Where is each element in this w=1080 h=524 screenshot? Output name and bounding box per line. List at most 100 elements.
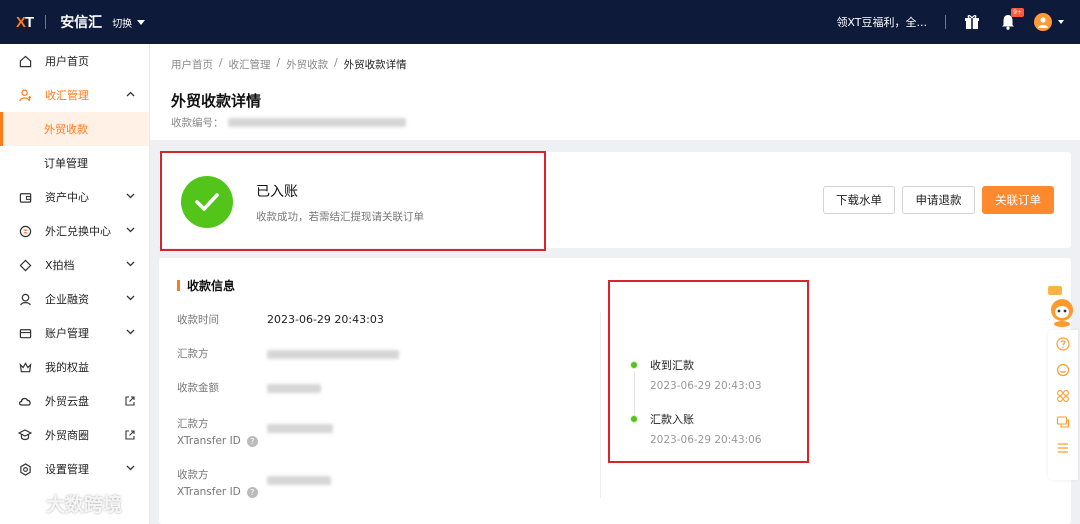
- breadcrumb-item-home[interactable]: 用户首页: [171, 57, 213, 72]
- watermark-text: 大数跨境: [46, 494, 123, 516]
- settings-icon: [18, 462, 32, 476]
- sidebar-item-label: 用户首页: [45, 55, 89, 68]
- section-title-text: 收款信息: [187, 279, 236, 293]
- sidebar-item-home[interactable]: 用户首页: [0, 44, 149, 78]
- sidebar-item-label: 设置管理: [45, 463, 89, 476]
- home-icon: [18, 54, 32, 68]
- sidebar-item-x-partner[interactable]: X拍档: [0, 248, 149, 282]
- customer-service-icon[interactable]: [1055, 362, 1071, 378]
- sidebar-item-label: 账户管理: [45, 327, 89, 340]
- link-order-button[interactable]: 关联订单: [982, 186, 1054, 214]
- switch-button[interactable]: 切换: [112, 15, 146, 30]
- help-icon[interactable]: ?: [246, 486, 258, 498]
- payer-value-redacted: [267, 350, 399, 359]
- toolbar-divider: [945, 15, 946, 29]
- gift-icon[interactable]: [962, 12, 982, 32]
- sidebar-item-cloud-drive[interactable]: 外贸云盘: [0, 384, 149, 418]
- diamond-icon: [18, 258, 32, 272]
- sidebar-item-collections[interactable]: 收汇管理: [0, 78, 149, 112]
- page-title: 外贸收款详情: [171, 92, 262, 110]
- sidebar-item-label: 外汇兑换中心: [45, 225, 111, 238]
- breadcrumb-item-current: 外贸收款详情: [343, 59, 407, 71]
- receipt-time-value: 2023-06-29 20:43:03: [267, 313, 384, 326]
- help-icon[interactable]: ?: [246, 435, 258, 447]
- list-icon[interactable]: [1055, 440, 1071, 456]
- sidebar-item-financing[interactable]: 企业融资: [0, 282, 149, 316]
- switch-label: 切换: [112, 18, 133, 30]
- receipt-time-label: 收款时间: [177, 314, 219, 326]
- top-right-area: 领XT豆福利，全... 9+: [836, 0, 1080, 44]
- wallet-icon: [18, 190, 32, 204]
- chevron-up-icon: [126, 91, 135, 97]
- xt-logo[interactable]: XT: [16, 14, 34, 31]
- section-title: 收款信息: [177, 277, 235, 294]
- chevron-down-icon: [126, 261, 135, 267]
- payer-id-label-line2: XTransfer ID?: [177, 433, 258, 450]
- caret-down-icon: [137, 19, 146, 25]
- user-receive-icon: [18, 88, 32, 102]
- breadcrumb-item-receipts[interactable]: 外贸收款: [286, 57, 328, 72]
- payer-xtransfer-id-label: 汇款方 XTransfer ID?: [177, 416, 258, 450]
- notification-badge: 9+: [1011, 8, 1024, 17]
- chevron-down-icon: [126, 465, 135, 471]
- receipt-number: 收款编号：: [171, 115, 406, 130]
- breadcrumb-separator: /: [276, 57, 281, 69]
- breadcrumb-separator: /: [334, 57, 338, 69]
- watermark: 大数跨境: [8, 490, 122, 517]
- breadcrumb-item-collections[interactable]: 收汇管理: [229, 57, 271, 72]
- breadcrumb-separator: /: [219, 57, 223, 69]
- chevron-down-icon: [126, 193, 135, 199]
- sidebar-item-fx-exchange[interactable]: 外汇兑换中心: [0, 214, 149, 248]
- receiver-id-value-redacted: [267, 476, 331, 485]
- sidebar-item-label: 我的权益: [45, 361, 89, 374]
- breadcrumb: 用户首页 / 收汇管理 / 外贸收款 / 外贸收款详情: [171, 57, 407, 72]
- help-circle-icon[interactable]: [1055, 336, 1071, 352]
- app-name: 安信汇: [60, 15, 103, 31]
- sidebar-item-settings[interactable]: 设置管理: [0, 452, 149, 486]
- sidebar: 用户首页 收汇管理 外贸收款 订单管理 资产中心 外汇兑换中心 X拍档 企业融资…: [0, 44, 150, 524]
- sidebar-item-label: 企业融资: [45, 293, 89, 306]
- card-icon: [18, 326, 32, 340]
- floating-toolbar: [1048, 330, 1078, 480]
- sidebar-item-business-circle[interactable]: 外贸商圈: [0, 418, 149, 452]
- sidebar-item-label: 外贸商圈: [45, 429, 89, 442]
- finance-icon: [18, 292, 32, 306]
- crown-icon: [18, 360, 32, 374]
- section-title-accent: [177, 280, 180, 291]
- watermark-logo-icon: [9, 497, 38, 511]
- download-receipt-button[interactable]: 下载水单: [823, 186, 895, 214]
- sidebar-item-label: 外贸云盘: [45, 395, 89, 408]
- sidebar-item-label: 外贸收款: [44, 123, 88, 136]
- sidebar-item-foreign-trade-receipts[interactable]: 外贸收款: [0, 112, 149, 146]
- receiver-id-label-line1: 收款方: [177, 469, 209, 481]
- sidebar-item-label: 订单管理: [44, 157, 88, 170]
- payer-id-value-redacted: [267, 424, 333, 433]
- logo-divider: [45, 15, 47, 29]
- chat-icon[interactable]: [1055, 414, 1071, 430]
- sidebar-item-my-benefits[interactable]: 我的权益: [0, 350, 149, 384]
- sidebar-item-label: 收汇管理: [45, 89, 89, 102]
- graduation-icon: [18, 428, 32, 442]
- receipt-number-label: 收款编号：: [171, 117, 224, 129]
- external-link-icon: [125, 430, 135, 440]
- avatar[interactable]: [1034, 13, 1052, 31]
- sidebar-item-order-management[interactable]: 订单管理: [0, 146, 149, 180]
- apps-grid-icon[interactable]: [1055, 388, 1071, 404]
- promo-link[interactable]: 领XT豆福利，全...: [836, 14, 927, 30]
- exchange-icon: [18, 224, 32, 238]
- sidebar-item-account-management[interactable]: 账户管理: [0, 316, 149, 350]
- refund-request-button[interactable]: 申请退款: [902, 186, 975, 214]
- highlight-box-timeline: [608, 280, 809, 463]
- payer-label: 汇款方: [177, 348, 209, 360]
- sidebar-item-label: X拍档: [45, 259, 75, 272]
- info-divider: [600, 312, 601, 498]
- payer-id-label-line1: 汇款方: [177, 418, 209, 430]
- assistant-mascot-icon[interactable]: [1046, 286, 1078, 328]
- receiver-id-label-line2: XTransfer ID?: [177, 484, 258, 501]
- bell-icon[interactable]: 9+: [998, 8, 1024, 32]
- sidebar-item-asset-center[interactable]: 资产中心: [0, 180, 149, 214]
- avatar-caret-icon[interactable]: [1058, 20, 1064, 24]
- amount-value-redacted: [267, 384, 321, 393]
- receipt-number-value-redacted: [227, 118, 406, 127]
- amount-label: 收款金额: [177, 382, 219, 394]
